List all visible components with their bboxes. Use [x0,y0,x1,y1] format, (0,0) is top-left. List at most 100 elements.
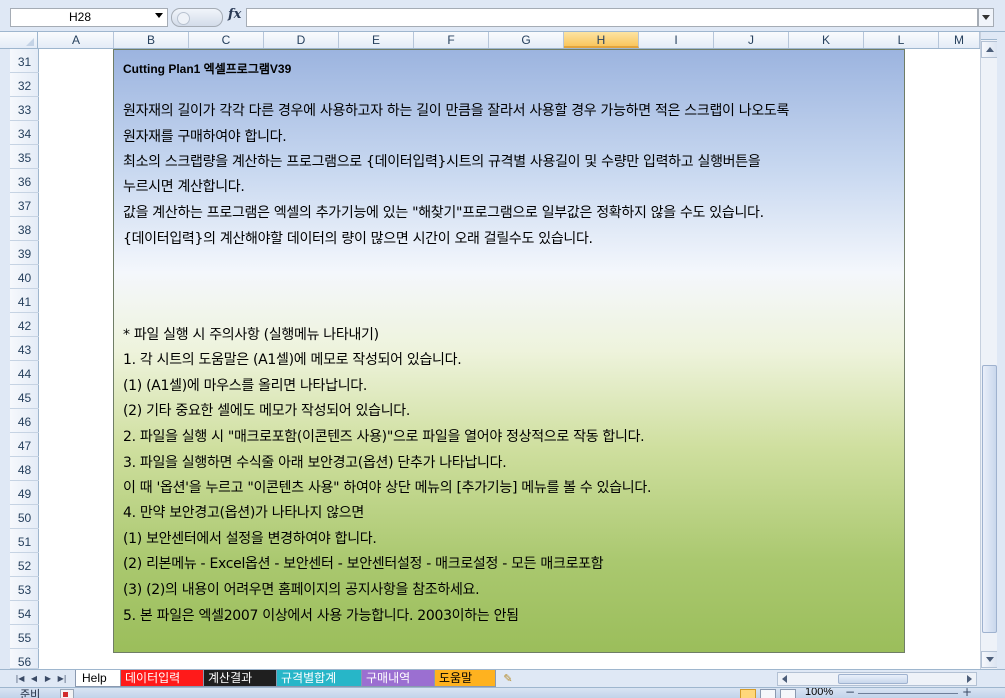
split-handle[interactable] [981,32,998,40]
worksheet-grid[interactable]: Cutting Plan1 엑셀프로그램V39 원자재의 길이가 각각 다른 경… [39,49,980,669]
row-header-bar: 31 32 33 34 35 36 37 38 39 40 41 42 43 4… [10,49,39,669]
help-line: 원자재를 구매하여야 합니다. [123,129,287,145]
row-header[interactable]: 42 [10,313,39,337]
help-line: 이 때 '옵션'을 누르고 "이콘텐츠 사용" 하여야 상단 메뉴의 [추가기능… [123,480,652,496]
column-header[interactable]: L [864,32,939,48]
left-gutter [0,49,10,669]
row-header[interactable]: 53 [10,577,39,601]
help-line: 값을 계산하는 프로그램은 엑셀의 추가기능에 있는 "해찾기"프로그램으로 일… [123,205,764,221]
row-header[interactable]: 38 [10,217,39,241]
row-header[interactable]: 48 [10,457,39,481]
zoom-level[interactable]: 100% [805,688,833,698]
sheet-tab-guide[interactable]: 도움말 [432,670,496,687]
row-header[interactable]: 41 [10,289,39,313]
row-header[interactable]: 55 [10,625,39,649]
column-header[interactable]: A [39,32,114,48]
column-header[interactable]: E [339,32,414,48]
select-all-corner[interactable] [10,32,38,48]
expand-formula-bar-button[interactable] [978,8,994,27]
column-header[interactable]: F [414,32,489,48]
row-header[interactable]: 37 [10,193,39,217]
sheet-tab-data-input[interactable]: 데이터입력 [118,670,204,687]
next-sheet-icon[interactable]: ▶ [42,673,54,685]
sheet-tab-spec-total[interactable]: 규격별합계 [274,670,362,687]
row-header[interactable]: 54 [10,601,39,625]
horizontal-scroll-thumb[interactable] [838,674,908,684]
insert-function-icon[interactable]: fx [228,7,241,22]
normal-view-button[interactable] [740,689,756,698]
help-line: 원자재의 길이가 각각 다른 경우에 사용하고자 하는 길이 만큼을 잘라서 사… [123,103,790,119]
help-line: 5. 본 파일은 엑셀2007 이상에서 사용 가능합니다. 2003이하는 안… [123,608,519,624]
last-sheet-icon[interactable]: ▶| [56,673,68,685]
column-header[interactable]: B [114,32,189,48]
row-header[interactable]: 39 [10,241,39,265]
row-header[interactable]: 43 [10,337,39,361]
help-textbox[interactable]: Cutting Plan1 엑셀프로그램V39 원자재의 길이가 각각 다른 경… [113,49,905,653]
page-break-view-button[interactable] [780,689,796,698]
column-header[interactable]: K [789,32,864,48]
column-header-active[interactable]: H [564,32,639,48]
row-header[interactable]: 51 [10,529,39,553]
row-header[interactable]: 32 [10,73,39,97]
window-edge [997,32,1005,669]
row-header[interactable]: 52 [10,553,39,577]
sheet-tab-help[interactable]: Help [75,670,121,687]
macro-record-icon[interactable] [60,689,74,698]
row-header[interactable]: 40 [10,265,39,289]
sheet-tab-calc-result[interactable]: 계산결과 [201,670,277,687]
row-header[interactable]: 45 [10,385,39,409]
row-header[interactable]: 49 [10,481,39,505]
formula-zoom-control[interactable] [171,8,223,27]
column-header[interactable]: I [639,32,714,48]
row-header[interactable]: 36 [10,169,39,193]
row-header[interactable]: 46 [10,409,39,433]
help-line: (2) 리본메뉴 - Excel옵션 - 보안센터 - 보안센터설정 - 매크로… [123,556,604,572]
vertical-scroll-thumb[interactable] [982,365,997,633]
row-header[interactable]: 35 [10,145,39,169]
first-sheet-icon[interactable]: |◀ [14,673,26,685]
column-header[interactable]: C [189,32,264,48]
help-line: * 파일 실행 시 주의사항 (실행메뉴 나타내기) [123,327,379,343]
row-header[interactable]: 50 [10,505,39,529]
help-line: 1. 각 시트의 도움말은 (A1셀)에 메모로 작성되어 있습니다. [123,352,462,368]
row-header[interactable]: 34 [10,121,39,145]
help-line: 2. 파일을 실행 시 "매크로포함(이콘텐즈 사용)"으로 파일을 열어야 정… [123,429,645,445]
help-line: 4. 만약 보안경고(옵션)가 나타나지 않으면 [123,505,364,521]
formula-bar: H28 fx [0,0,1005,32]
row-header[interactable]: 44 [10,361,39,385]
scroll-right-icon[interactable] [962,673,976,685]
horizontal-scrollbar[interactable] [777,672,977,686]
page-layout-view-button[interactable] [760,689,776,698]
scroll-up-icon[interactable] [981,41,998,58]
row-header[interactable]: 33 [10,97,39,121]
zoom-out-button[interactable]: − [845,688,855,698]
dropdown-arrow-icon[interactable] [155,13,163,18]
help-line: (1) (A1셀)에 마우스를 올리면 나타납니다. [123,378,368,394]
help-line: 누르시면 계산합니다. [123,179,245,195]
formula-input[interactable] [246,8,978,27]
help-line: (1) 보안센터에서 설정을 변경하여야 합니다. [123,531,377,547]
column-header[interactable]: D [264,32,339,48]
insert-sheet-icon[interactable]: ✎ [500,672,516,685]
sheet-tab-bar: |◀ ◀ ▶ ▶| Help 데이터입력 계산결과 규격별합계 구매내역 도움말… [0,669,1005,687]
scroll-left-icon[interactable] [778,673,792,685]
help-line: (3) (2)의 내용이 어려우면 홈페이지의 공지사항을 참조하세요. [123,582,480,598]
sheet-tab-purchase[interactable]: 구매내역 [359,670,435,687]
name-box[interactable]: H28 [10,8,168,27]
zoom-slider[interactable] [858,693,958,694]
column-header-bar: A B C D E F G H I J K L M [0,32,980,49]
zoom-in-button[interactable]: + [962,688,972,698]
help-title: Cutting Plan1 엑셀프로그램V39 [123,62,292,76]
prev-sheet-icon[interactable]: ◀ [28,673,40,685]
column-header[interactable]: J [714,32,789,48]
column-header[interactable]: G [489,32,564,48]
column-header[interactable]: M [939,32,980,48]
scroll-down-icon[interactable] [981,651,998,668]
status-mode: 준비 [20,688,41,698]
status-bar: 준비 100% − + [0,687,1005,698]
help-line: (2) 기타 중요한 셀에도 메모가 작성되어 있습니다. [123,403,411,419]
vertical-scrollbar[interactable] [980,32,998,669]
row-header[interactable]: 31 [10,49,39,73]
row-header[interactable]: 47 [10,433,39,457]
row-header[interactable]: 56 [10,649,39,669]
